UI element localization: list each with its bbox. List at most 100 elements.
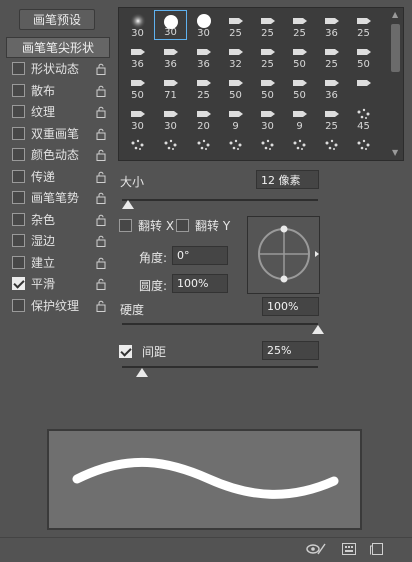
- angle-roundness-widget[interactable]: [247, 216, 320, 294]
- brush-tip-cell[interactable]: 20: [187, 103, 220, 133]
- option-row[interactable]: 保护纹理: [6, 295, 110, 317]
- brush-tip-cell[interactable]: 25: [283, 10, 316, 40]
- option-row[interactable]: 颜色动态: [6, 144, 110, 166]
- brush-tip-cell[interactable]: 30: [121, 103, 154, 133]
- spacing-checkbox[interactable]: [119, 345, 132, 358]
- brush-tip-shape-tab[interactable]: 画笔笔尖形状: [6, 37, 110, 58]
- brush-tip-cell[interactable]: [121, 134, 154, 164]
- brush-tip-cell[interactable]: 50: [219, 72, 252, 102]
- lock-icon[interactable]: [96, 214, 106, 226]
- new-brush-icon[interactable]: [370, 543, 384, 555]
- option-checkbox[interactable]: [12, 234, 25, 248]
- angle-field[interactable]: 0°: [172, 246, 228, 265]
- brush-tip-cell[interactable]: 9: [283, 103, 316, 133]
- brush-tip-cell[interactable]: 36: [315, 72, 348, 102]
- brush-tip-cell[interactable]: 36: [154, 41, 187, 71]
- option-row[interactable]: 平滑: [6, 273, 110, 295]
- flip-y-control[interactable]: 翻转 Y: [176, 217, 230, 234]
- brush-tip-cell[interactable]: 36: [187, 41, 220, 71]
- flip-x-checkbox[interactable]: [119, 219, 132, 232]
- size-slider-track[interactable]: [122, 199, 318, 201]
- hardness-slider-track[interactable]: [122, 323, 318, 325]
- brush-tip-cell[interactable]: 25: [251, 10, 284, 40]
- brush-tip-cell[interactable]: 36: [121, 41, 154, 71]
- lock-icon[interactable]: [96, 257, 106, 269]
- brush-tip-cell[interactable]: [154, 134, 187, 164]
- option-row[interactable]: 湿边: [6, 230, 110, 252]
- brush-tip-cell[interactable]: 30: [154, 10, 187, 40]
- toggle-preview-icon[interactable]: [306, 543, 326, 555]
- spacing-control[interactable]: 间距: [119, 343, 166, 360]
- brush-tip-cell[interactable]: [283, 134, 316, 164]
- lock-icon[interactable]: [96, 63, 106, 75]
- brush-tip-cell[interactable]: 32: [219, 41, 252, 71]
- brush-tip-cell[interactable]: 50: [283, 41, 316, 71]
- option-checkbox[interactable]: [12, 62, 25, 76]
- option-row[interactable]: 画笔笔势: [6, 187, 110, 209]
- spacing-field[interactable]: 25%: [262, 341, 319, 360]
- brush-tip-cell[interactable]: [347, 134, 380, 164]
- brush-tip-cell[interactable]: 36: [315, 10, 348, 40]
- lock-icon[interactable]: [96, 85, 106, 97]
- scrollbar-thumb[interactable]: [391, 24, 400, 72]
- option-checkbox[interactable]: [12, 169, 25, 183]
- lock-icon[interactable]: [96, 278, 106, 290]
- lock-icon[interactable]: [96, 128, 106, 140]
- size-slider-thumb[interactable]: [121, 200, 134, 209]
- brush-tip-cell[interactable]: 50: [251, 72, 284, 102]
- scroll-up-icon[interactable]: ▲: [392, 11, 398, 19]
- spacing-slider-track[interactable]: [122, 366, 318, 368]
- option-row[interactable]: 散布: [6, 80, 110, 102]
- roundness-field[interactable]: 100%: [172, 274, 228, 293]
- brush-tip-cell[interactable]: 30: [187, 10, 220, 40]
- option-row[interactable]: 杂色: [6, 209, 110, 231]
- option-checkbox[interactable]: [12, 255, 25, 269]
- brush-tip-cell[interactable]: 45: [347, 103, 380, 133]
- option-row[interactable]: 纹理: [6, 101, 110, 123]
- lock-icon[interactable]: [96, 149, 106, 161]
- brush-presets-button[interactable]: 画笔预设: [19, 9, 95, 30]
- option-checkbox[interactable]: [12, 212, 25, 226]
- option-row[interactable]: 双重画笔: [6, 123, 110, 145]
- brush-tip-cell[interactable]: [219, 134, 252, 164]
- brush-tip-cell[interactable]: 30: [154, 103, 187, 133]
- brush-grid-scrollbar[interactable]: ▲ ▼: [390, 10, 401, 158]
- lock-icon[interactable]: [96, 192, 106, 204]
- brush-tip-cell[interactable]: [251, 134, 284, 164]
- option-row[interactable]: 传递: [6, 166, 110, 188]
- brush-tip-cell[interactable]: [187, 134, 220, 164]
- option-row[interactable]: 形状动态: [6, 58, 110, 80]
- spacing-slider-thumb[interactable]: [135, 368, 148, 377]
- option-checkbox[interactable]: [12, 148, 25, 162]
- brush-tip-cell[interactable]: 50: [283, 72, 316, 102]
- option-row[interactable]: 建立: [6, 252, 110, 274]
- option-checkbox[interactable]: [12, 298, 25, 312]
- lock-icon[interactable]: [96, 171, 106, 183]
- brush-tip-cell[interactable]: 25: [187, 72, 220, 102]
- flip-x-control[interactable]: 翻转 X: [119, 217, 174, 234]
- flip-y-checkbox[interactable]: [176, 219, 189, 232]
- lock-icon[interactable]: [96, 300, 106, 312]
- brush-tip-cell[interactable]: [347, 72, 380, 102]
- option-checkbox[interactable]: [12, 83, 25, 97]
- scroll-down-icon[interactable]: ▼: [392, 149, 398, 157]
- option-checkbox[interactable]: [12, 277, 25, 291]
- brush-tip-cell[interactable]: 71: [154, 72, 187, 102]
- brush-tip-cell[interactable]: [315, 134, 348, 164]
- brush-tip-cell[interactable]: 25: [347, 10, 380, 40]
- option-checkbox[interactable]: [12, 105, 25, 119]
- brush-tip-cell[interactable]: 25: [315, 41, 348, 71]
- brush-tip-cell[interactable]: 25: [251, 41, 284, 71]
- brush-tip-cell[interactable]: 50: [347, 41, 380, 71]
- lock-icon[interactable]: [96, 106, 106, 118]
- size-field[interactable]: 12 像素: [256, 170, 319, 189]
- brush-tip-cell[interactable]: 30: [251, 103, 284, 133]
- grid-view-icon[interactable]: [342, 543, 356, 555]
- option-checkbox[interactable]: [12, 191, 25, 205]
- option-checkbox[interactable]: [12, 126, 25, 140]
- lock-icon[interactable]: [96, 235, 106, 247]
- hardness-field[interactable]: 100%: [262, 297, 319, 316]
- brush-tip-cell[interactable]: 30: [121, 10, 154, 40]
- brush-tip-cell[interactable]: 50: [121, 72, 154, 102]
- brush-tip-cell[interactable]: 9: [219, 103, 252, 133]
